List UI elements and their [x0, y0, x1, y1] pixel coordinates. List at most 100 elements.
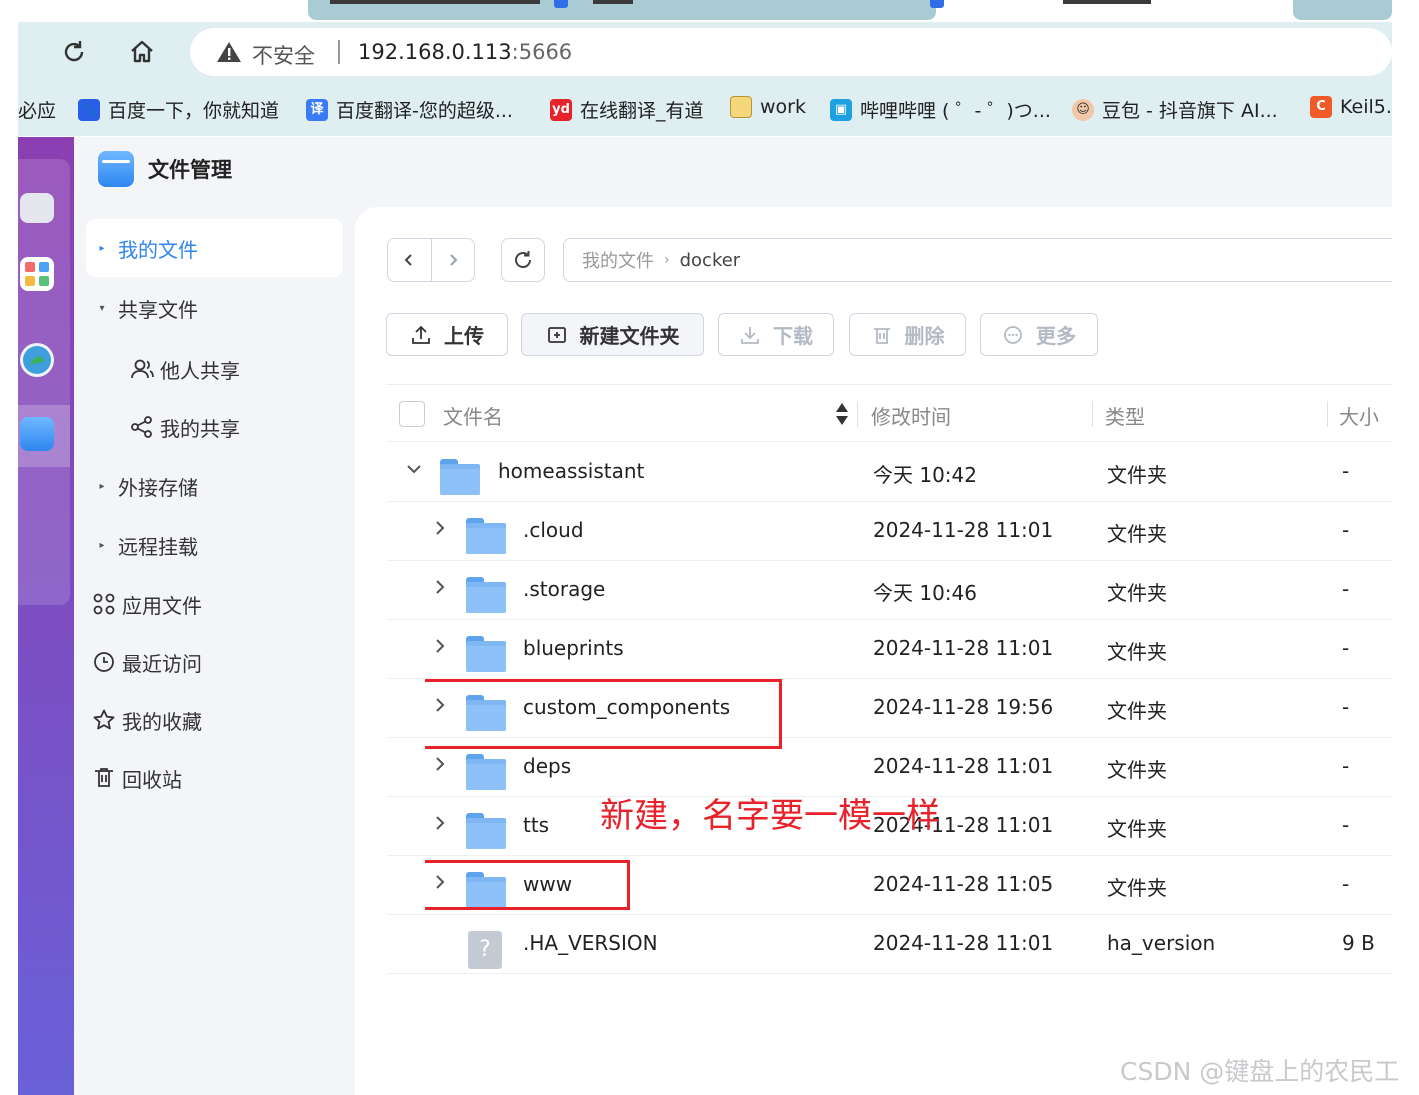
trash-icon — [873, 327, 890, 344]
file-name[interactable]: .storage — [523, 577, 605, 601]
bookmark-folder[interactable]: work — [730, 96, 806, 118]
folder-icon — [730, 96, 752, 118]
table-row[interactable]: .cloud 2024-11-28 11:01 文件夹 - — [387, 502, 1392, 561]
file-modified: 2024-11-28 11:01 — [873, 931, 1054, 955]
sidebar-item-shared-with-me[interactable]: 他人共享 — [124, 340, 342, 398]
folder-icon — [466, 577, 506, 613]
bookmark-item[interactable]: 必应 — [18, 96, 56, 123]
upload-button[interactable]: 上传 — [386, 313, 508, 356]
bookmark-item[interactable]: ▣ 哔哩哔哩 ( ゜- ゜)つ... — [830, 96, 1051, 123]
file-size: - — [1342, 636, 1350, 660]
bookmarks-bar: 必应 🐾 百度一下，你就知道 译百度翻译-您的超级... yd 在线翻译_有道 wo… — [18, 82, 1392, 136]
table-row[interactable]: ? .HA_VERSION 2024-11-28 11:01 ha_versio… — [387, 915, 1392, 974]
file-type: 文件夹 — [1107, 581, 1167, 605]
address-bar[interactable]: 不安全 192.168.0.113:5666 — [190, 28, 1392, 76]
chevron-right-icon[interactable] — [433, 575, 447, 604]
app-center-icon[interactable] — [20, 257, 54, 291]
sidebar-item-app-files[interactable]: 应用文件 — [86, 575, 342, 633]
bookmark-label: work — [760, 96, 806, 118]
file-name[interactable]: tts — [523, 813, 549, 837]
table-row[interactable]: .storage 今天 10:46 文件夹 - — [387, 561, 1392, 620]
refresh-button[interactable] — [501, 238, 545, 282]
sort-icon[interactable] — [835, 401, 849, 432]
browser-tab[interactable] — [1293, 0, 1392, 20]
sidebar-item-recent[interactable]: 最近访问 — [86, 633, 342, 691]
bookmark-item[interactable]: yd 在线翻译_有道 — [550, 96, 704, 123]
chevron-right-icon[interactable] — [433, 516, 447, 545]
app-header: 文件管理 — [98, 151, 232, 187]
chevron-right-icon[interactable] — [433, 752, 447, 781]
new-folder-button[interactable]: 新建文件夹 — [521, 313, 704, 356]
download-label: 下载 — [773, 324, 813, 348]
url-host: 192.168.0.113 — [358, 40, 512, 64]
column-header-name[interactable]: 文件名 — [443, 401, 503, 430]
back-button[interactable] — [388, 239, 431, 281]
chevron-down-icon[interactable] — [405, 457, 423, 486]
sidebar-item-remote-mount[interactable]: ▸ 远程挂载 — [86, 516, 342, 574]
refresh-icon — [515, 251, 531, 268]
file-name[interactable]: deps — [523, 754, 571, 778]
file-type: 文件夹 — [1107, 522, 1167, 546]
column-header-modified[interactable]: 修改时间 — [871, 401, 951, 430]
breadcrumb-current[interactable]: docker — [680, 250, 741, 271]
chevron-right-icon[interactable] — [433, 811, 447, 840]
watermark: CSDN @键盘上的农民工 — [1120, 1057, 1400, 1086]
table-row[interactable]: blueprints 2024-11-28 11:01 文件夹 - — [387, 620, 1392, 679]
bookmark-item[interactable]: 🐾 百度一下，你就知道 — [78, 96, 279, 123]
more-button[interactable]: 更多 — [980, 313, 1098, 356]
main-panel: 我的文件 › docker 上传 新建文件夹 下载 删除 更多 文件名 修改时间… — [355, 137, 1392, 1095]
table-row[interactable]: homeassistant 今天 10:42 文件夹 - — [387, 443, 1392, 502]
forward-button[interactable] — [430, 239, 475, 281]
sidebar-item-recycle-bin[interactable]: 回收站 — [86, 749, 342, 807]
file-type: 文件夹 — [1107, 758, 1167, 782]
upload-icon — [412, 325, 430, 344]
upload-label: 上传 — [444, 324, 484, 348]
file-name[interactable]: .cloud — [523, 518, 584, 542]
file-name[interactable]: homeassistant — [498, 459, 644, 483]
warning-icon — [217, 42, 241, 62]
file-modified: 2024-11-28 11:05 — [873, 872, 1054, 896]
more-label: 更多 — [1036, 324, 1076, 348]
file-name[interactable]: .HA_VERSION — [523, 931, 658, 955]
screenshot: 不安全 192.168.0.113:5666 必应 🐾 百度一下，你就知道 译百度… — [0, 0, 1419, 1095]
doubao-avatar-icon: ☺ — [1072, 98, 1094, 121]
chevron-right-icon[interactable] — [433, 634, 447, 663]
sidebar-item-label: 应用文件 — [122, 593, 202, 618]
expand-bullet-icon: ▸ — [99, 539, 105, 551]
reload-button[interactable] — [56, 34, 92, 70]
expand-bullet-icon: ▸ — [99, 480, 105, 492]
file-manager-dock-icon[interactable] — [20, 417, 54, 451]
delete-button[interactable]: 删除 — [849, 313, 966, 356]
file-size: - — [1342, 813, 1350, 837]
monitor-icon[interactable] — [20, 193, 54, 223]
sidebar-item-favorites[interactable]: 我的收藏 — [86, 691, 342, 749]
tab-title-fragment — [330, 0, 540, 4]
file-size: - — [1342, 518, 1350, 542]
bookmark-item[interactable]: C Keil5.2 — [1310, 96, 1392, 118]
download-button[interactable]: 下载 — [718, 313, 834, 356]
bookmark-label: 豆包 - 抖音旗下 AI... — [1102, 100, 1278, 122]
globe-tree-icon[interactable] — [20, 343, 54, 377]
app-grid-icon — [25, 262, 49, 286]
file-modified: 今天 10:42 — [873, 463, 977, 487]
sidebar-item-my-files[interactable]: ▸ 我的文件 — [86, 219, 342, 277]
column-header-size[interactable]: 大小 — [1339, 401, 1379, 430]
sidebar-item-label: 他人共享 — [160, 358, 240, 383]
bookmark-item[interactable]: ☺ 豆包 - 抖音旗下 AI... — [1072, 96, 1278, 123]
column-header-type[interactable]: 类型 — [1105, 401, 1145, 430]
breadcrumb-root[interactable]: 我的文件 — [582, 247, 654, 273]
sidebar-item-my-shares[interactable]: 我的共享 — [124, 398, 342, 456]
home-button[interactable] — [124, 34, 160, 70]
url-text: 192.168.0.113:5666 — [358, 40, 572, 64]
sidebar-item-external-storage[interactable]: ▸ 外接存储 — [86, 457, 342, 515]
chevron-left-icon — [404, 254, 412, 266]
file-type: 文件夹 — [1107, 463, 1167, 487]
share-icon — [124, 415, 160, 439]
bookmark-label: 百度一下，你就知道 — [108, 100, 280, 122]
sidebar-item-shared-files[interactable]: ▾ 共享文件 — [86, 279, 342, 337]
bookmark-item[interactable]: 译百度翻译-您的超级... — [306, 96, 513, 123]
file-name[interactable]: blueprints — [523, 636, 624, 660]
sidebar-item-label: 回收站 — [122, 767, 182, 792]
file-browser-card: 我的文件 › docker 上传 新建文件夹 下载 删除 更多 文件名 修改时间… — [355, 207, 1392, 1095]
select-all-checkbox[interactable] — [399, 401, 425, 427]
